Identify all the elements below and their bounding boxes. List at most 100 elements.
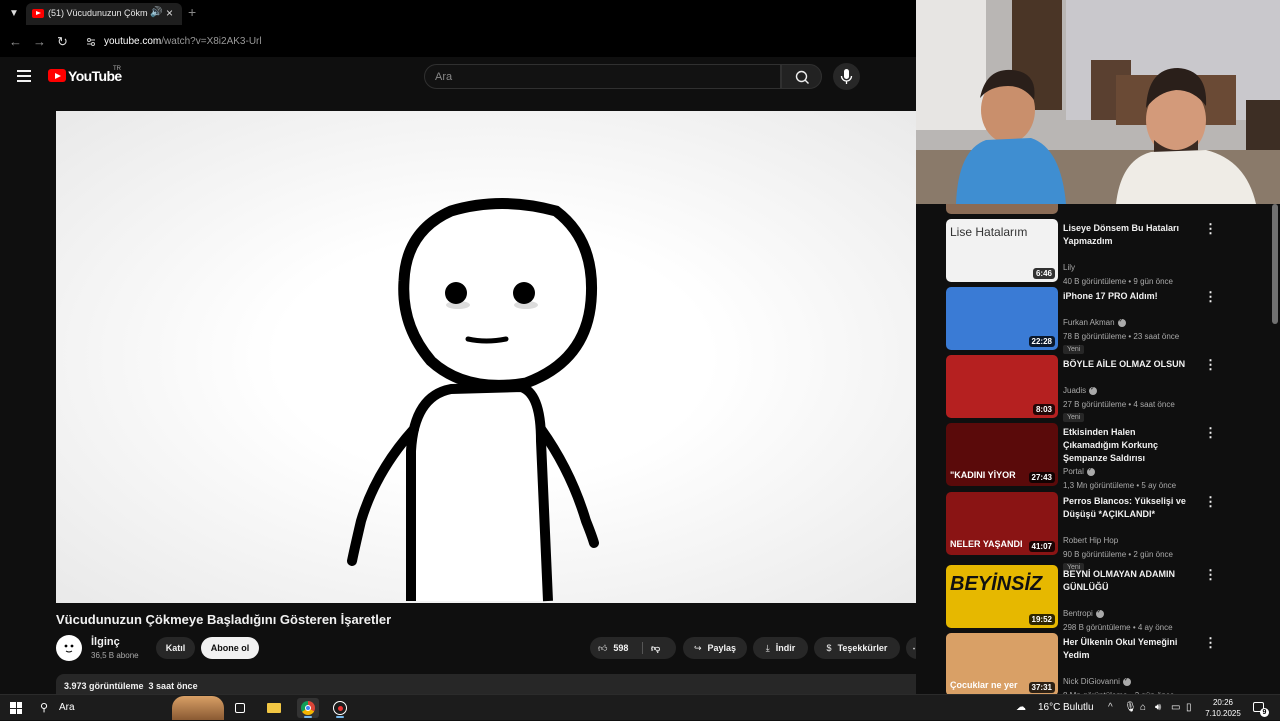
recommendation-thumbnail[interactable]: "KADINI YİYOR 27:43 xyxy=(946,423,1058,486)
dislike-icon[interactable]: 👎︎ xyxy=(651,637,660,659)
thanks-button[interactable]: $ Teşekkürler xyxy=(814,637,900,659)
share-button[interactable]: ↪ Paylaş xyxy=(683,637,747,659)
recommendation-item[interactable]: 22:28 iPhone 17 PRO Aldım! Furkan Akman … xyxy=(946,287,1246,354)
sidebar-scrollbar[interactable] xyxy=(1272,204,1278,324)
reload-icon[interactable]: ↻ xyxy=(57,34,68,50)
browser-tab[interactable]: (51) Vücudunuzun Çökme 🔊 × xyxy=(26,3,182,25)
recommendation-title[interactable]: BEYNİ OLMAYAN ADAMIN GÜNLÜĞÜ xyxy=(1063,568,1193,594)
previous-thumbnail-partial[interactable] xyxy=(946,204,1058,214)
site-settings-icon[interactable] xyxy=(86,37,96,47)
url-field[interactable]: youtube.com/watch?v=X8i2AK3-Url xyxy=(104,36,262,47)
more-options-icon[interactable]: ⋮ xyxy=(1204,635,1217,651)
recommendation-title[interactable]: BÖYLE AİLE OLMAZ OLSUN xyxy=(1063,358,1193,371)
task-view-icon[interactable] xyxy=(229,698,251,718)
back-icon[interactable]: ← xyxy=(9,34,22,49)
recommendation-views: 27 B görüntüleme xyxy=(1063,400,1127,409)
recommendation-thumbnail[interactable]: Lise Hatalarım 6:46 xyxy=(946,219,1058,282)
recommendation-title[interactable]: iPhone 17 PRO Aldım! xyxy=(1063,290,1193,303)
system-clock[interactable]: 20:26 7.10.2025 xyxy=(1198,697,1248,719)
recommendation-channel[interactable]: Nick DiGiovanni xyxy=(1063,676,1131,686)
recommendation-age: 9 gün önce xyxy=(1133,277,1173,286)
like-button[interactable]: 👍︎ 598 xyxy=(598,637,628,659)
tab-search-chevron-icon[interactable]: ▼ xyxy=(6,6,22,22)
network-icon[interactable]: ⌂ xyxy=(1140,695,1146,721)
audio-playing-icon[interactable]: 🔊 xyxy=(150,7,162,18)
search-highlight-image[interactable] xyxy=(172,696,224,720)
new-tab-button[interactable]: + xyxy=(188,4,196,20)
tray-chevron-icon[interactable]: ^ xyxy=(1108,695,1113,721)
thumbnail-text: NELER YAŞANDI xyxy=(950,539,1023,549)
more-options-icon[interactable]: ⋮ xyxy=(1204,567,1217,583)
voice-search-button[interactable] xyxy=(833,63,860,90)
search-button[interactable] xyxy=(781,64,822,89)
verified-icon xyxy=(1086,466,1095,476)
recommendation-title[interactable]: Perros Blancos: Yükselişi ve Düşüşü *AÇI… xyxy=(1063,495,1193,521)
recommendation-item[interactable]: 8:03 BÖYLE AİLE OLMAZ OLSUN Juadis 27 B … xyxy=(946,355,1246,422)
more-options-icon[interactable]: ⋮ xyxy=(1204,494,1217,510)
recording-app-icon[interactable] xyxy=(329,698,351,718)
recommendation-item[interactable]: NELER YAŞANDI 41:07 Perros Blancos: Yüks… xyxy=(946,492,1246,572)
recommendation-title[interactable]: Liseye Dönsem Bu Hataları Yapmazdım xyxy=(1063,222,1193,248)
more-options-icon[interactable]: ⋮ xyxy=(1204,357,1217,373)
recommendation-item[interactable]: Lise Hatalarım 6:46 Liseye Dönsem Bu Hat… xyxy=(946,219,1246,286)
start-button[interactable] xyxy=(10,702,22,714)
microphone-tray-icon[interactable]: 🎙︎ xyxy=(1124,695,1137,721)
view-count: 3.973 görüntüleme xyxy=(64,681,144,691)
weather-icon[interactable]: ☁ xyxy=(1016,695,1026,721)
search-icon xyxy=(795,70,809,84)
recommendation-channel[interactable]: Juadis xyxy=(1063,385,1098,395)
channel-name[interactable]: İlginç xyxy=(91,636,120,648)
recommendation-age: 5 ay önce xyxy=(1141,481,1177,490)
recommendation-channel-name: Juadis xyxy=(1063,386,1087,395)
more-options-icon[interactable]: ⋮ xyxy=(1204,221,1217,237)
thumbnail-text: Lise Hatalarım xyxy=(950,225,1028,239)
recommendation-thumbnail[interactable]: Çocuklar ne yer 37:31 xyxy=(946,633,1058,694)
subscribe-button[interactable]: Abone ol xyxy=(201,637,259,659)
weather-temp[interactable]: 16°C xyxy=(1038,695,1060,721)
view-stats: 3.973 görüntüleme 3 saat önce xyxy=(64,681,198,691)
recommendation-title[interactable]: Etkisinden Halen Çıkamadığım Korkunç Şem… xyxy=(1063,426,1193,465)
volume-icon[interactable]: 🔊︎ xyxy=(1155,695,1161,721)
more-options-icon[interactable]: ⋮ xyxy=(1204,425,1217,441)
recommendation-thumbnail[interactable]: 8:03 xyxy=(946,355,1058,418)
recommendation-item[interactable]: BEYİNSİZ 19:52 BEYNİ OLMAYAN ADAMIN GÜNL… xyxy=(946,565,1246,632)
recommendation-channel[interactable]: Lily xyxy=(1063,263,1075,272)
weather-desc[interactable]: Bulutlu xyxy=(1063,695,1094,721)
tab-close-icon[interactable]: × xyxy=(166,6,173,20)
search-input[interactable]: Ara xyxy=(424,64,781,89)
recommendation-meta: 40 B görüntüleme • 9 gün önce xyxy=(1063,277,1173,286)
recommendation-channel[interactable]: Bentropi xyxy=(1063,608,1104,618)
onedrive-icon[interactable]: ▯ xyxy=(1186,695,1192,721)
chrome-icon[interactable] xyxy=(297,698,319,718)
recommendation-thumbnail[interactable]: NELER YAŞANDI 41:07 xyxy=(946,492,1058,555)
clock-date: 7.10.2025 xyxy=(1205,709,1241,718)
recommendation-item[interactable]: "KADINI YİYOR 27:43 Etkisinden Halen Çık… xyxy=(946,423,1246,490)
recommendation-item[interactable]: Çocuklar ne yer 37:31 Her Ülkenin Okul Y… xyxy=(946,633,1246,694)
stick-figure-illustration xyxy=(347,198,599,602)
more-options-icon[interactable]: ⋮ xyxy=(1204,289,1217,305)
super-thanks-icon: $ xyxy=(826,643,832,653)
description-box[interactable]: 3.973 görüntüleme 3 saat önce xyxy=(56,674,930,694)
recommendation-title[interactable]: Her Ülkenin Okul Yemeğini Yedim xyxy=(1063,636,1193,662)
microphone-icon xyxy=(840,69,853,84)
recommendation-thumbnail[interactable]: BEYİNSİZ 19:52 xyxy=(946,565,1058,628)
forward-icon[interactable]: → xyxy=(33,34,46,49)
recommendation-channel[interactable]: Robert Hip Hop xyxy=(1063,536,1118,545)
windows-taskbar: ⚲ Ara ☁ 16°C Bulutlu ^ 🎙︎ ⌂ 🔊︎ ▭ ▯ 20:26… xyxy=(0,694,1280,720)
recommendation-thumbnail[interactable]: 22:28 xyxy=(946,287,1058,350)
taskbar-search-icon[interactable]: ⚲ xyxy=(40,701,48,714)
recommendation-channel[interactable]: Furkan Akman xyxy=(1063,317,1126,327)
battery-icon[interactable]: ▭ xyxy=(1171,695,1180,721)
join-button[interactable]: Katıl xyxy=(156,637,195,659)
channel-avatar[interactable] xyxy=(56,635,82,661)
file-explorer-icon[interactable] xyxy=(263,698,285,718)
notification-center-icon[interactable]: 9 xyxy=(1252,700,1269,717)
menu-icon[interactable] xyxy=(17,70,31,82)
taskbar-search-label[interactable]: Ara xyxy=(59,695,75,721)
recommendation-channel[interactable]: Portal xyxy=(1063,466,1095,476)
thumbs-up-icon: 👍︎ xyxy=(598,643,608,653)
tab-title: (51) Vücudunuzun Çökme xyxy=(48,8,148,18)
download-button[interactable]: ⤓ İndir xyxy=(753,637,808,659)
video-player[interactable] xyxy=(56,111,930,603)
youtube-logo-icon[interactable] xyxy=(48,69,66,82)
